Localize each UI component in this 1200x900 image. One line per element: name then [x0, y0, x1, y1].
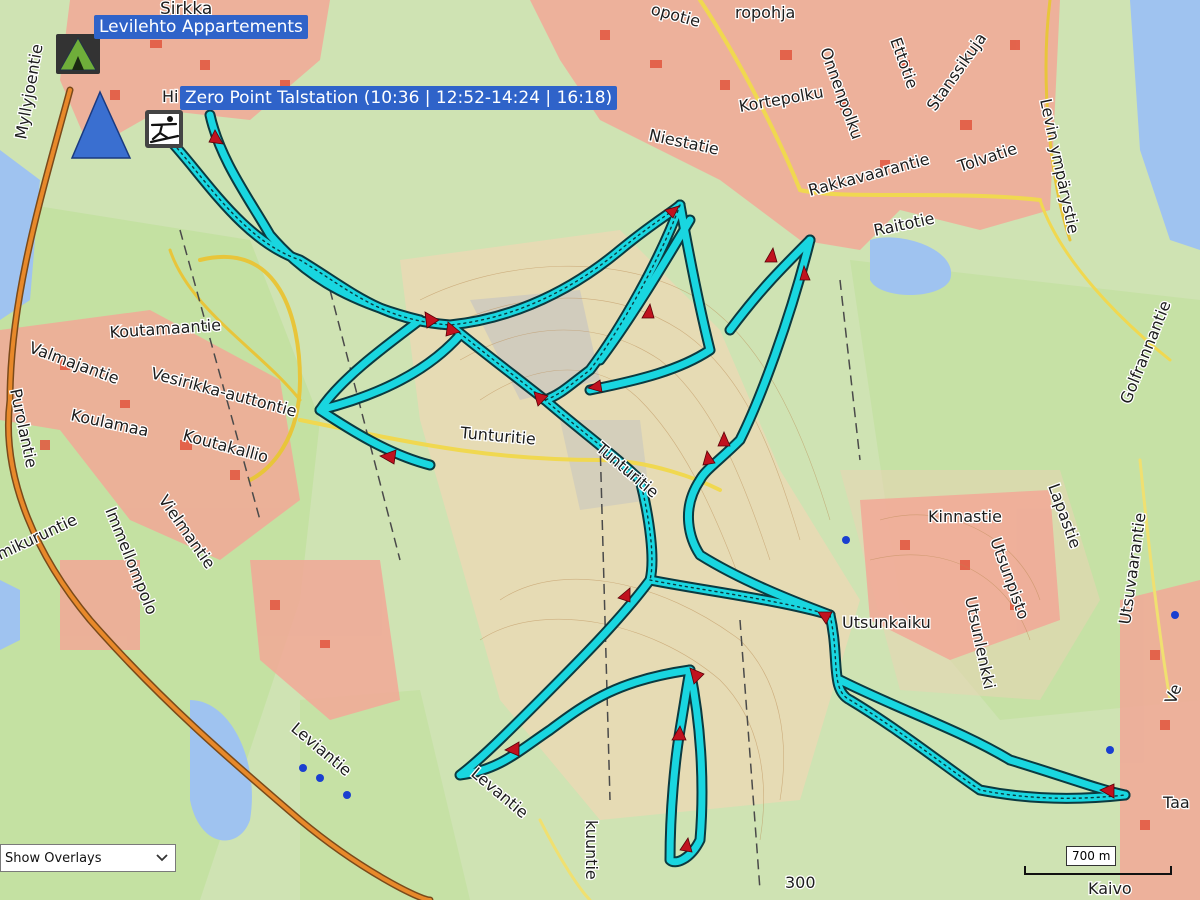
- overlay-dropdown[interactable]: Show Overlays: [0, 844, 176, 872]
- pin-icon: [316, 774, 324, 782]
- campground-icon[interactable]: [56, 34, 100, 74]
- topographic-map[interactable]: Sirkka Myllyjoentie Hi Kortepolku Onnenp…: [0, 0, 1200, 900]
- pin-icon: [299, 764, 307, 772]
- pin-icon: [343, 791, 351, 799]
- pin-icon: [1171, 611, 1179, 619]
- map-label: Taa: [1162, 793, 1190, 812]
- skier-icon[interactable]: [145, 110, 183, 148]
- pin-icon: [1106, 746, 1114, 754]
- waypoint-label-talstation[interactable]: Zero Point Talstation (10:36 | 12:52-14:…: [180, 86, 618, 110]
- chevron-down-icon: [156, 854, 168, 862]
- map-label: Kaivo: [1088, 879, 1132, 898]
- waypoint-label-appartements[interactable]: Levilehto Appartements: [94, 15, 308, 39]
- scale-label: 700 m: [1066, 846, 1117, 866]
- map-label: Kinnastie: [928, 507, 1002, 526]
- map-label: 300: [785, 873, 816, 892]
- map-label: kuuntie: [582, 820, 601, 880]
- map-label: Utsunkaiku: [842, 613, 931, 632]
- pin-icon: [842, 536, 850, 544]
- overlay-dropdown-value: Show Overlays: [5, 850, 102, 866]
- map-label: Hi: [162, 87, 178, 106]
- map-label: ropohja: [735, 3, 795, 22]
